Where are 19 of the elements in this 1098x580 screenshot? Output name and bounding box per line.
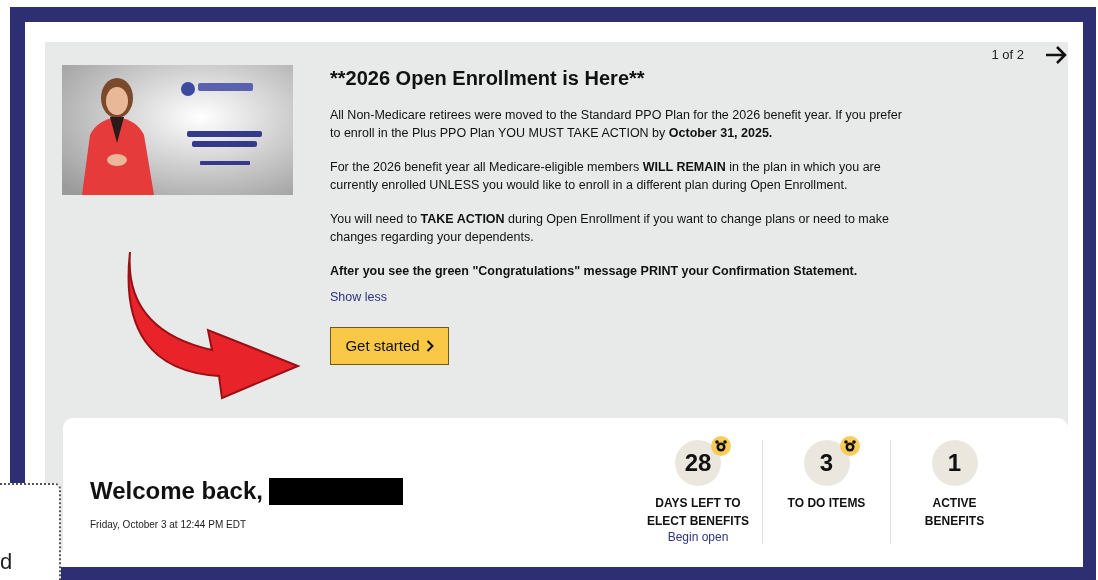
side-text: d xyxy=(0,550,13,574)
announcement-text: For the 2026 benefit year all Medicare-eligible members WILL REMAIN in the plan in which you are currently enrolled UNLESS you would like to enroll in a different plan during Open Enrollment. xyxy=(330,159,882,194)
announcement-text: All Non-Medicare retirees were moved to the Standard PPO Plan for the 2026 benefit year. If you prefer to enroll in the Plus PPO Plan YOU MUST TAKE ACTION by October 31, 2025. xyxy=(330,107,903,142)
page-counter: 1 of 2 xyxy=(991,46,1024,65)
arrow-right-icon[interactable] xyxy=(1044,44,1068,66)
announcement-text: You will need to TAKE ACTION during Open Enrollment if you want to change plans or need to make changes regarding your dependents. xyxy=(330,211,890,246)
stat-label: DAYS LEFT TO ELECT BENEFITS xyxy=(646,495,750,530)
chevron-right-icon xyxy=(425,339,434,352)
get-started-button[interactable]: Get started xyxy=(330,326,449,365)
announcement-title: **2026 Open Enrollment is Here** xyxy=(330,66,646,90)
stat-label: ACTIVE BENEFITS xyxy=(923,495,986,530)
alarm-clock-icon xyxy=(711,436,731,456)
date-text: Friday, October 3 at 12:44 PM EDT xyxy=(90,518,247,532)
begin-link[interactable]: Begin open xyxy=(667,530,729,544)
show-less-link[interactable]: Show less xyxy=(330,288,387,307)
stat-label: TO DO ITEMS xyxy=(786,495,867,512)
alarm-clock-icon xyxy=(839,436,860,456)
announcement-text: After you see the green "Congratulations" message PRINT your Confirmation Statement. xyxy=(330,263,859,280)
welcome-heading: Welcome back, xyxy=(90,476,263,506)
